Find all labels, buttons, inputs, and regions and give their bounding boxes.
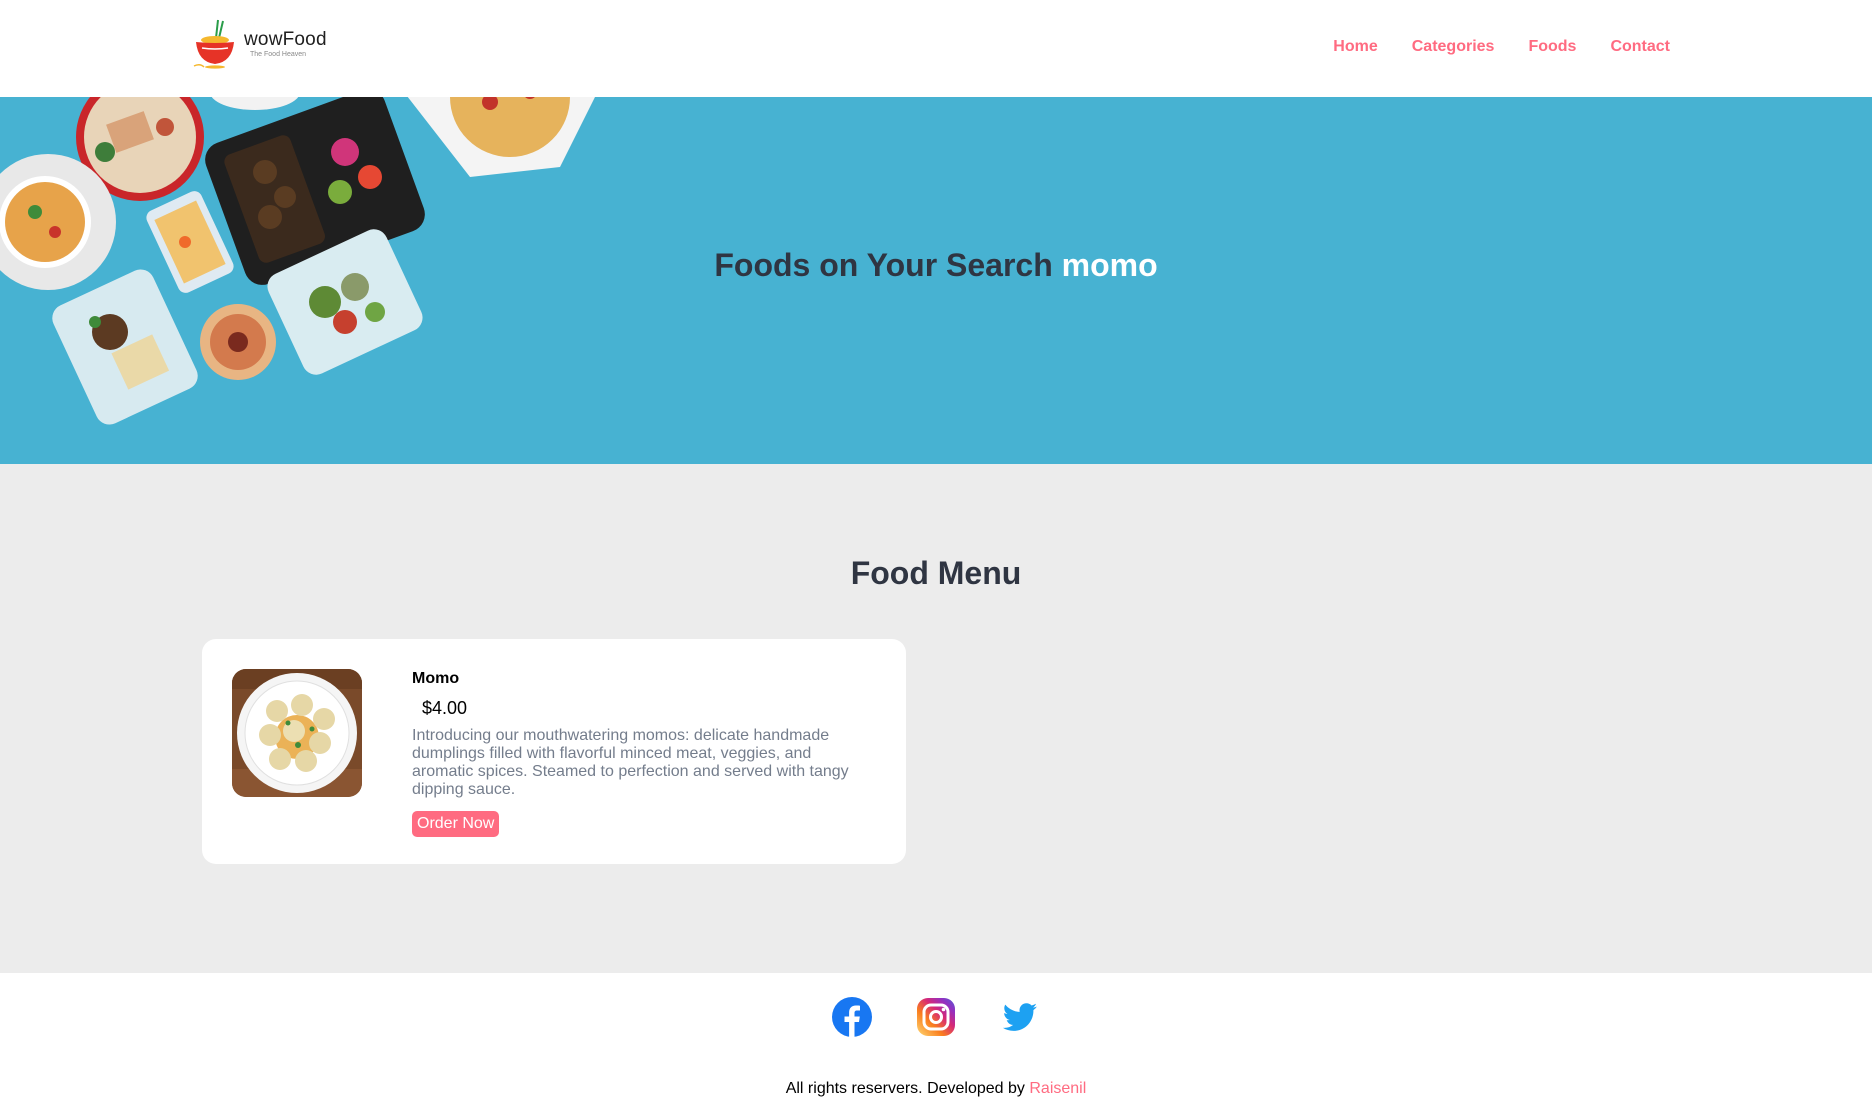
nav-contact[interactable]: Contact	[1610, 38, 1670, 56]
instagram-icon[interactable]	[915, 996, 957, 1038]
search-heading-prefix: Foods on Your Search	[714, 247, 1062, 283]
bowl-logo-icon	[192, 18, 238, 70]
search-result-heading: Foods on Your Search momo	[0, 247, 1872, 284]
food-menu-title: Food Menu	[850, 555, 1022, 591]
food-card: Momo $4.00 Introducing our mouthwatering…	[202, 639, 906, 864]
nav-foods[interactable]: Foods	[1528, 38, 1576, 56]
copyright-text: All rights reservers. Developed by Raise…	[0, 1080, 1872, 1098]
food-details: Momo $4.00 Introducing our mouthwatering…	[412, 669, 872, 837]
twitter-icon[interactable]	[999, 996, 1041, 1038]
search-hero: Foods on Your Search momo	[0, 97, 1872, 464]
search-query: momo	[1061, 247, 1158, 283]
brand-name: wowFood	[244, 28, 327, 50]
nav-menu: Home Categories Foods Contact	[1299, 38, 1670, 56]
food-name: Momo	[412, 670, 460, 687]
developer-link[interactable]: Raisenil	[1029, 1080, 1086, 1097]
copyright-label: All rights reservers. Developed by	[785, 1080, 1030, 1097]
food-description: Introducing our mouthwatering momos: del…	[412, 727, 849, 798]
facebook-icon[interactable]	[831, 996, 873, 1038]
momo-food-image	[232, 669, 362, 797]
logo[interactable]: wowFood The Food Heaven	[192, 18, 327, 70]
footer: All rights reservers. Developed by Raise…	[0, 973, 1872, 1119]
food-menu-section: Food Menu Momo $4.00 Introducing our mou…	[0, 464, 1872, 973]
nav-categories[interactable]: Categories	[1412, 38, 1495, 56]
brand-tagline: The Food Heaven	[250, 50, 307, 58]
nav-home[interactable]: Home	[1333, 38, 1377, 56]
navbar: wowFood The Food Heaven Home Categories …	[0, 0, 1872, 97]
social-links	[0, 996, 1872, 1038]
food-price: $4.00	[422, 698, 468, 718]
order-now-button[interactable]: Order Now	[412, 811, 500, 837]
